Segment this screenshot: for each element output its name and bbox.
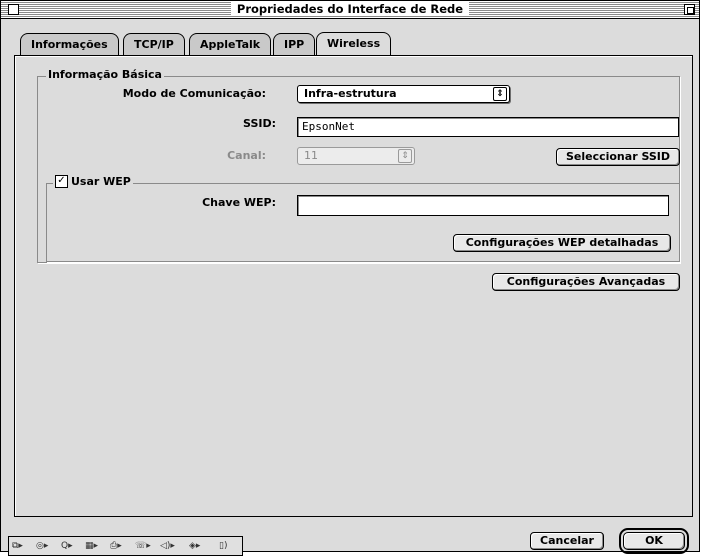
control-strip[interactable]: ⧉▸ ◎▸ Q▸ ▦▸ ⎙▸ ☏▸ ◁)▸ ◈▸ ▯) [8, 536, 243, 556]
tab-label: TCP/IP [134, 38, 174, 51]
window-title-wrap: Propriedades do Interface de Rede [1, 1, 699, 18]
appletalk-icon[interactable]: ⧉▸ [12, 539, 23, 553]
wep-checkbox[interactable]: ✓ [55, 175, 68, 188]
mode-value: Infra-estrutura [304, 87, 397, 100]
cancel-button[interactable]: Cancelar [530, 532, 604, 550]
channel-value: 11 [304, 149, 318, 162]
ssid-input[interactable]: EpsonNet [297, 117, 679, 137]
mode-label: Modo de Comunicação: [122, 87, 266, 100]
popup-arrows-icon: ⇕ [493, 87, 507, 101]
tab-label: Wireless [327, 37, 381, 50]
printer-icon[interactable]: ⎙▸ [110, 539, 122, 553]
channel-label: Canal: [227, 149, 266, 162]
file-sharing-icon[interactable]: ◈▸ [189, 539, 200, 553]
channel-popup[interactable]: 11 ⇕ [297, 147, 415, 165]
tab-ipp[interactable]: IPP [273, 33, 316, 55]
basic-info-group-label: Informação Básica [46, 68, 164, 81]
wep-checkbox-row[interactable]: ✓ Usar WEP [53, 175, 133, 188]
monitor-icon[interactable]: ▦▸ [85, 539, 98, 553]
zoom-box-icon[interactable] [684, 4, 695, 15]
title-bar[interactable]: Propriedades do Interface de Rede [1, 1, 699, 19]
tab-informacoes[interactable]: Informações [20, 33, 119, 55]
window-title: Propriedades do Interface de Rede [230, 2, 470, 16]
wep-checkbox-label: Usar WEP [71, 175, 131, 188]
tab-label: IPP [284, 38, 305, 51]
tab-wireless[interactable]: Wireless [316, 32, 392, 56]
advanced-settings-button[interactable]: Configurações Avançadas [492, 273, 680, 291]
ssid-label: SSID: [243, 117, 276, 130]
wep-detailed-button[interactable]: Configurações WEP detalhadas [453, 234, 671, 252]
tab-label: AppleTalk [200, 38, 261, 51]
ok-button[interactable]: OK [619, 528, 689, 554]
tab-tcpip[interactable]: TCP/IP [123, 33, 185, 55]
mode-popup[interactable]: Infra-estrutura ⇕ [297, 85, 510, 103]
strip-tab-icon[interactable]: ▯) [219, 539, 227, 553]
select-ssid-button[interactable]: Seleccionar SSID [556, 148, 680, 166]
tab-label: Informações [31, 38, 108, 51]
wep-key-label: Chave WEP: [202, 196, 276, 209]
quicktime-icon[interactable]: Q▸ [61, 539, 73, 553]
wep-key-input[interactable] [297, 195, 669, 216]
cd-icon[interactable]: ◎▸ [36, 539, 48, 553]
sound-icon[interactable]: ◁)▸ [160, 539, 175, 553]
remote-access-icon[interactable]: ☏▸ [135, 539, 151, 553]
popup-arrows-icon: ⇕ [398, 149, 412, 163]
tab-appletalk[interactable]: AppleTalk [189, 33, 272, 55]
